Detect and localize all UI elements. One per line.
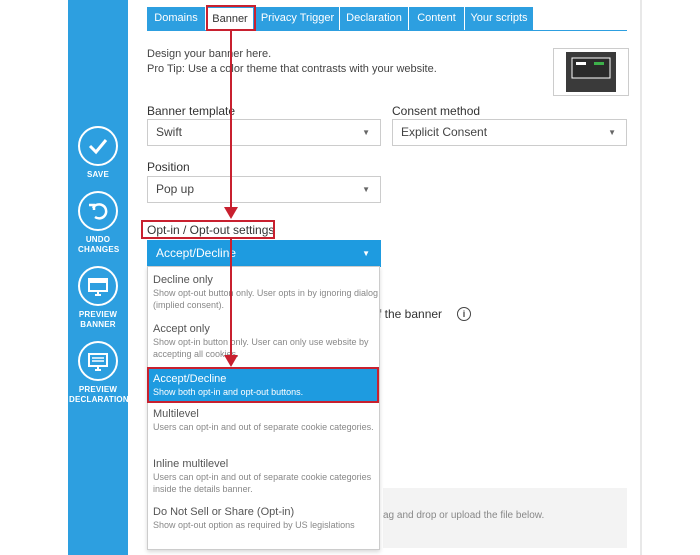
option-inline-multilevel[interactable]: Inline multilevel Users can opt-in and o… — [148, 457, 379, 501]
option-title: Multilevel — [153, 408, 199, 420]
monitor-icon — [78, 341, 118, 381]
tab-underline — [147, 30, 627, 31]
banner-template-value: Swift — [156, 125, 183, 139]
optin-settings-select[interactable]: Accept/Decline ▼ — [147, 240, 381, 267]
arrow-head-icon — [224, 207, 238, 219]
save-label: SAVE — [87, 170, 109, 179]
tab-your-scripts[interactable]: Your scripts — [465, 7, 533, 30]
option-title: Accept/Decline — [153, 373, 227, 385]
annotation-arrow-1 — [230, 31, 232, 211]
option-description: Show opt-in button only. User can only u… — [153, 337, 369, 359]
option-description: Users can opt-in and out of separate coo… — [153, 472, 372, 494]
preview-banner-label: PREVIEW BANNER — [78, 310, 118, 329]
consent-method-select[interactable]: Explicit Consent ▼ — [392, 119, 627, 146]
chevron-down-icon: ▼ — [362, 185, 370, 194]
intro-line-1: Design your banner here. — [147, 48, 272, 60]
position-value: Pop up — [156, 182, 195, 196]
drop-zone-text: ag and drop or upload the file below. — [383, 510, 545, 521]
position-select[interactable]: Pop up ▼ — [147, 176, 381, 203]
content-border — [640, 0, 642, 555]
intro-line-2: Pro Tip: Use a color theme that contrast… — [147, 63, 437, 75]
arrow-head-icon — [224, 355, 238, 367]
preview-banner-button[interactable]: PREVIEW BANNER — [68, 266, 128, 330]
chevron-down-icon: ▼ — [608, 128, 616, 137]
option-description: Users can opt-in and out of separate coo… — [153, 422, 374, 432]
consent-method-label: Consent method — [392, 104, 481, 118]
checkmark-icon — [78, 126, 118, 166]
option-description: Show opt-out option as required by US le… — [153, 520, 355, 530]
tab-privacy-trigger[interactable]: Privacy Trigger — [256, 7, 339, 30]
chevron-down-icon: ▼ — [362, 128, 370, 137]
undo-changes-label: UNDO CHANGES — [78, 235, 120, 254]
undo-icon — [78, 191, 118, 231]
banner-template-select[interactable]: Swift ▼ — [147, 119, 381, 146]
banner-template-label: Banner template — [147, 104, 236, 118]
option-title: Do Not Sell or Share (Opt-in) — [153, 506, 295, 518]
consent-method-value: Explicit Consent — [401, 125, 488, 139]
undo-changes-button[interactable]: UNDO CHANGES — [68, 191, 128, 255]
annotation-arrow-2 — [230, 239, 232, 357]
sidebar: SAVE UNDO CHANGES PREVIEW BANNER PREVIEW… — [68, 0, 129, 555]
optin-settings-label: Opt-in / Opt-out settings — [147, 223, 275, 237]
optin-settings-value: Accept/Decline — [156, 246, 237, 260]
option-description: Show opt-out button only. User opts in b… — [153, 288, 378, 310]
option-decline-only[interactable]: Decline only Show opt-out button only. U… — [148, 273, 379, 317]
option-do-not-sell[interactable]: Do Not Sell or Share (Opt-in) Show opt-o… — [148, 505, 379, 549]
option-accept-decline[interactable]: Accept/Decline Show both opt-in and opt-… — [148, 369, 379, 402]
info-icon[interactable]: i — [457, 307, 471, 321]
save-button[interactable]: SAVE — [68, 126, 128, 180]
tab-content[interactable]: Content — [409, 7, 464, 30]
option-title: Accept only — [153, 323, 210, 335]
preview-declaration-label: PREVIEW DECLARATION — [69, 385, 129, 404]
tab-domains[interactable]: Domains — [147, 7, 205, 30]
optin-dropdown-list: Decline only Show opt-out button only. U… — [147, 266, 380, 550]
monitor-icon — [78, 266, 118, 306]
chevron-down-icon: ▼ — [362, 249, 370, 258]
position-label: Position — [147, 160, 190, 174]
option-title: Decline only — [153, 274, 213, 286]
banner-preview-thumbnail[interactable] — [553, 48, 629, 96]
option-accept-only[interactable]: Accept only Show opt-in button only. Use… — [148, 322, 379, 366]
banner-setting-text: f the banner — [378, 307, 443, 321]
option-description: Show both opt-in and opt-out buttons. — [153, 387, 304, 397]
preview-declaration-button[interactable]: PREVIEW DECLARATION — [68, 341, 129, 405]
option-multilevel[interactable]: Multilevel Users can opt-in and out of s… — [148, 407, 379, 451]
option-title: Inline multilevel — [153, 458, 229, 470]
tab-declaration[interactable]: Declaration — [340, 7, 408, 30]
tab-banner[interactable]: Banner — [206, 7, 254, 30]
intro-text: Design your banner here. Pro Tip: Use a … — [147, 47, 437, 77]
